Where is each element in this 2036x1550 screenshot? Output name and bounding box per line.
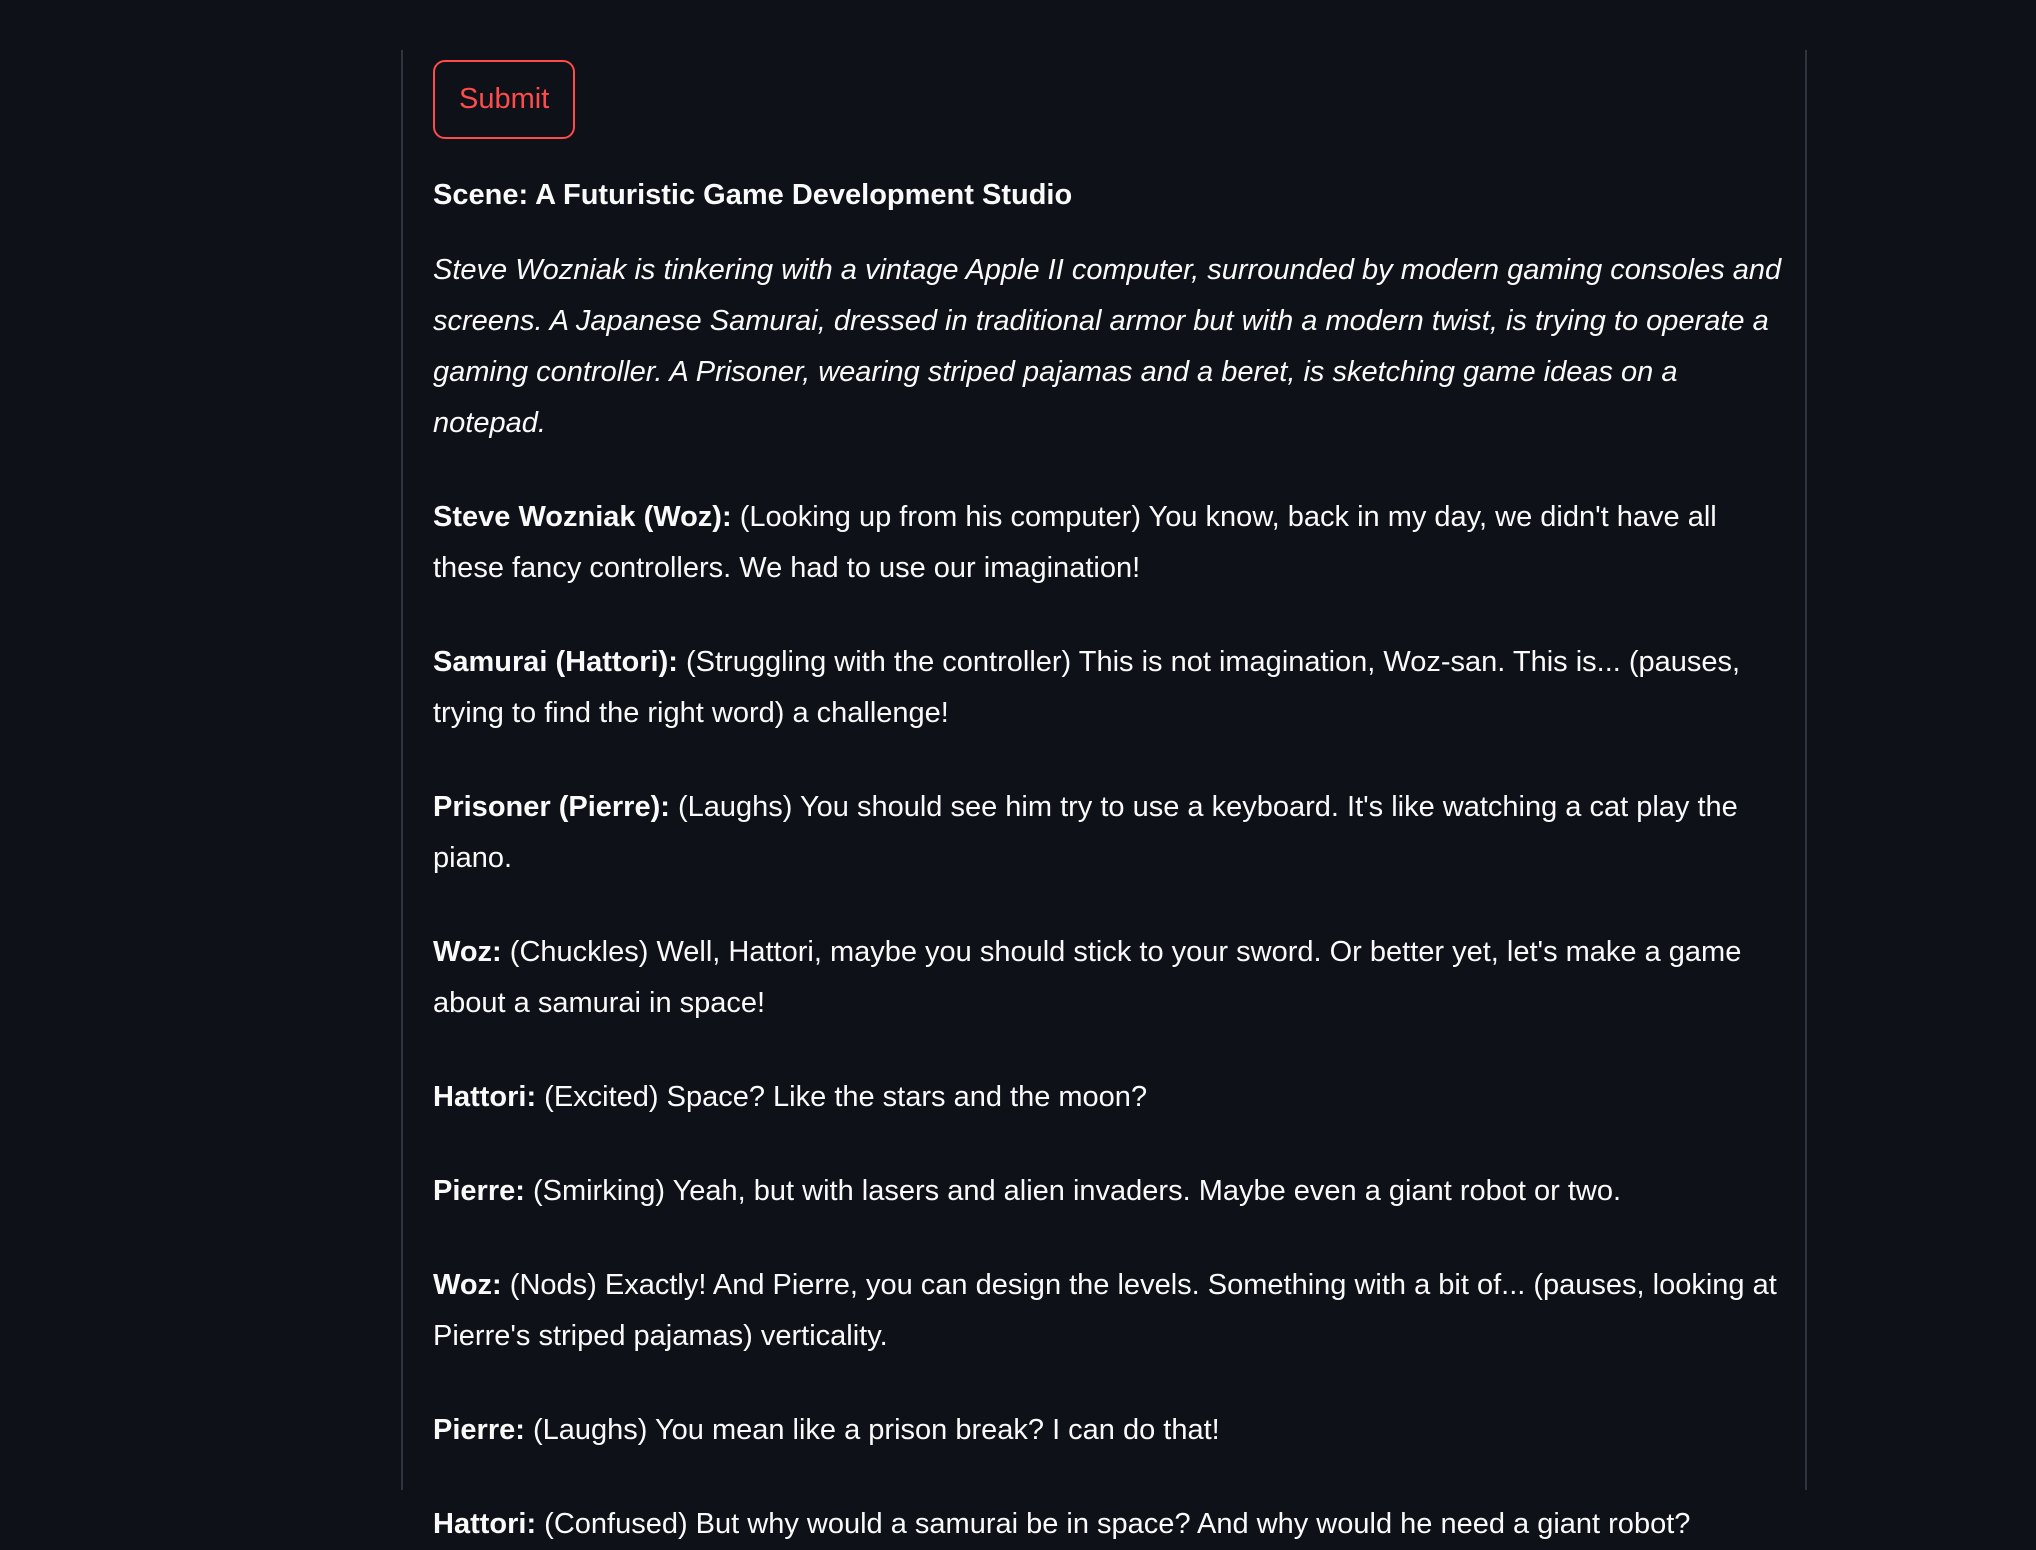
dialogue-line: Pierre: (Smirking) Yeah, but with lasers…: [433, 1166, 1783, 1217]
content-column: Submit Scene: A Futuristic Game Developm…: [433, 60, 1783, 1550]
speaker-name: Hattori:: [433, 1508, 537, 1540]
dialogue-list: Steve Wozniak (Woz): (Looking up from hi…: [433, 492, 1783, 1550]
speaker-name: Pierre:: [433, 1175, 525, 1207]
dialogue-line: Steve Wozniak (Woz): (Looking up from hi…: [433, 492, 1783, 594]
dialogue-line: Woz: (Chuckles) Well, Hattori, maybe you…: [433, 927, 1783, 1029]
main-content-panel: Submit Scene: A Futuristic Game Developm…: [401, 50, 1807, 1540]
speaker-name: Woz:: [433, 1269, 502, 1301]
dialogue-text: (Chuckles) Well, Hattori, maybe you shou…: [433, 936, 1742, 1019]
dialogue-text: (Excited) Space? Like the stars and the …: [544, 1081, 1148, 1113]
dialogue-text: (Confused) But why would a samurai be in…: [544, 1508, 1691, 1540]
scene-title: Scene: A Futuristic Game Development Stu…: [433, 179, 1073, 211]
dialogue-line: Hattori: (Confused) But why would a samu…: [433, 1499, 1783, 1550]
speaker-name: Prisoner (Pierre):: [433, 791, 670, 823]
dialogue-line: Prisoner (Pierre): (Laughs) You should s…: [433, 782, 1783, 884]
speaker-name: Woz:: [433, 936, 502, 968]
dialogue-text: (Nods) Exactly! And Pierre, you can desi…: [433, 1269, 1777, 1352]
dialogue-line: Samurai (Hattori): (Struggling with the …: [433, 637, 1783, 739]
dialogue-line: Hattori: (Excited) Space? Like the stars…: [433, 1072, 1783, 1123]
dialogue-line: Woz: (Nods) Exactly! And Pierre, you can…: [433, 1260, 1783, 1362]
submit-button[interactable]: Submit: [433, 60, 576, 139]
dialogue-line: Pierre: (Laughs) You mean like a prison …: [433, 1405, 1783, 1456]
stage-direction: Steve Wozniak is tinkering with a vintag…: [433, 254, 1782, 439]
dialogue-text: (Smirking) Yeah, but with lasers and ali…: [532, 1175, 1622, 1207]
speaker-name: Steve Wozniak (Woz):: [433, 501, 732, 533]
speaker-name: Samurai (Hattori):: [433, 646, 678, 678]
dialogue-text: (Laughs) You mean like a prison break? I…: [532, 1414, 1220, 1446]
speaker-name: Pierre:: [433, 1414, 525, 1446]
speaker-name: Hattori:: [433, 1081, 537, 1113]
